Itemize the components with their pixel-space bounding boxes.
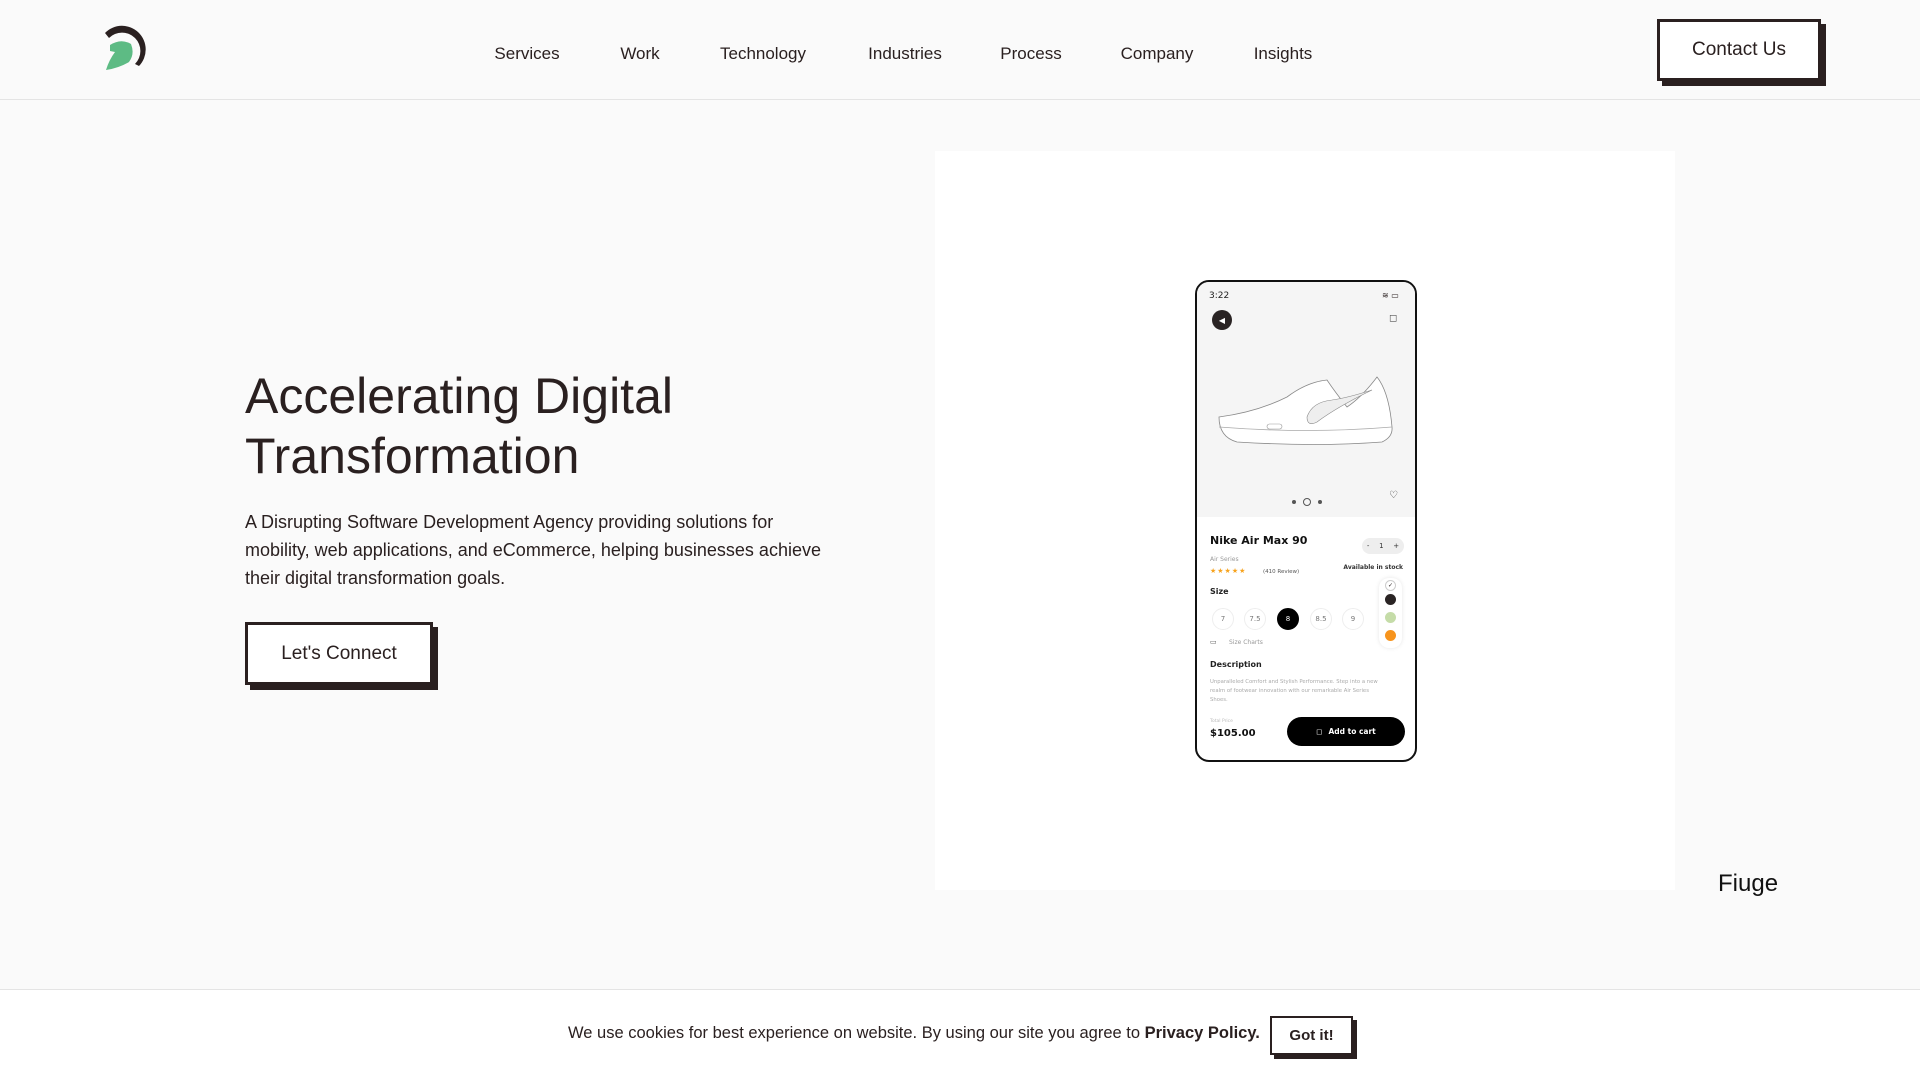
minus-button[interactable]: - xyxy=(1367,542,1370,550)
color-swatch-white[interactable]: ✓ xyxy=(1385,580,1396,591)
cookie-banner: We use cookies for best experience on we… xyxy=(0,989,1920,1080)
carousel-dot[interactable] xyxy=(1292,500,1296,504)
carousel-dot[interactable] xyxy=(1318,500,1322,504)
description-label: Description xyxy=(1210,660,1262,669)
add-to-cart-label: Add to cart xyxy=(1328,727,1376,736)
add-to-cart-button[interactable]: ◻ Add to cart xyxy=(1287,717,1405,746)
size-option[interactable]: 7 xyxy=(1212,608,1234,630)
logo-helmet-icon[interactable] xyxy=(101,24,151,74)
product-series: Air Series xyxy=(1210,556,1239,563)
sneaker-illustration xyxy=(1218,376,1393,445)
size-option-selected[interactable]: 8 xyxy=(1277,608,1299,630)
privacy-policy-link[interactable]: Privacy Policy. xyxy=(1145,1024,1260,1042)
size-charts-link[interactable]: Size Charts xyxy=(1229,639,1263,646)
carousel-dot-active[interactable] xyxy=(1303,498,1311,506)
total-price: $105.00 xyxy=(1210,728,1256,739)
status-time: 3:22 xyxy=(1209,291,1230,301)
nav-insights[interactable]: Insights xyxy=(1254,44,1313,64)
review-count: (410 Review) xyxy=(1263,569,1300,575)
site-header: Services Work Technology Industries Proc… xyxy=(0,0,1920,100)
total-price-label: Total Price xyxy=(1210,719,1233,724)
nav-services[interactable]: Services xyxy=(494,44,559,64)
color-swatch-orange[interactable] xyxy=(1385,630,1396,641)
nav-industries[interactable]: Industries xyxy=(868,44,942,64)
hero-title: Accelerating Digital Transformation xyxy=(245,366,805,486)
wifi-battery-icon: ≋ ▭ xyxy=(1382,291,1399,300)
star-rating-icon: ★★★★★ xyxy=(1210,567,1247,575)
color-swatch-green[interactable] xyxy=(1385,612,1396,623)
cookie-message: We use cookies for best experience on we… xyxy=(568,1024,1145,1042)
ruler-icon: ▭ xyxy=(1210,638,1217,646)
description-text: Unparalleled Comfort and Stylish Perform… xyxy=(1210,679,1378,703)
got-it-button[interactable]: Got it! xyxy=(1270,1016,1353,1055)
size-option[interactable]: 8.5 xyxy=(1310,608,1332,630)
phone-mockup: 3:22 ≋ ▭ ◀ ◻ ♡ Nike Air Max 90 - 1 + Air S… xyxy=(1195,280,1417,762)
lets-connect-button[interactable]: Let's Connect xyxy=(245,622,433,685)
color-swatch-black[interactable] xyxy=(1385,594,1396,605)
product-name: Nike Air Max 90 xyxy=(1210,534,1308,547)
nav-company[interactable]: Company xyxy=(1121,44,1194,64)
contact-us-button[interactable]: Contact Us xyxy=(1657,19,1821,81)
nav-work[interactable]: Work xyxy=(620,44,659,64)
image-caption: Fiuge xyxy=(1718,870,1779,897)
size-option[interactable]: 7.5 xyxy=(1244,608,1266,630)
hero-description: A Disrupting Software Development Agency… xyxy=(245,512,821,588)
bag-icon: ◻ xyxy=(1316,727,1323,736)
size-label: Size xyxy=(1210,587,1229,596)
heart-icon[interactable]: ♡ xyxy=(1389,490,1398,501)
nav-technology[interactable]: Technology xyxy=(720,44,806,64)
bag-icon[interactable]: ◻ xyxy=(1389,313,1397,324)
cookie-text: We use cookies for best experience on we… xyxy=(568,1024,1260,1043)
title-line-1: Accelerating Digital xyxy=(245,368,673,424)
quantity-stepper[interactable]: - 1 + xyxy=(1362,538,1404,554)
plus-button[interactable]: + xyxy=(1393,542,1399,550)
title-line-2: Transformation xyxy=(245,428,580,484)
quantity-value: 1 xyxy=(1379,542,1384,550)
nav-process[interactable]: Process xyxy=(1000,44,1061,64)
stock-status: Available in stock xyxy=(1343,564,1403,571)
size-option[interactable]: 9 xyxy=(1342,608,1364,630)
back-icon[interactable]: ◀ xyxy=(1212,310,1232,330)
